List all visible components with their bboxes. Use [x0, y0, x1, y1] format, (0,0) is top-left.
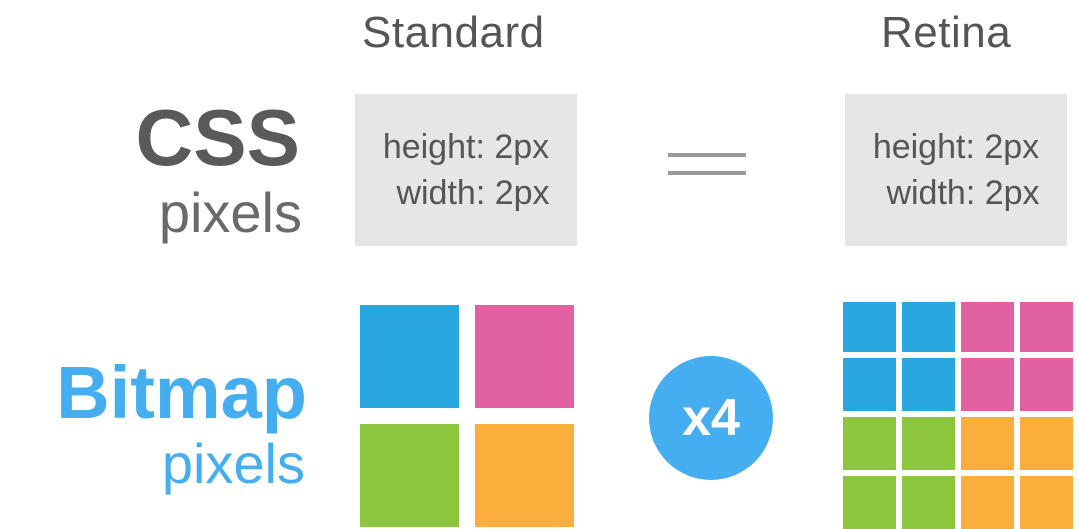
retina-pixel-green [843, 476, 896, 529]
standard-height-text: height: 2px [382, 128, 550, 166]
retina-pixel-pink [1020, 302, 1073, 352]
retina-column-header: Retina [881, 8, 1012, 57]
retina-bitmap-grid [843, 302, 1073, 529]
standard-pixel-green [360, 424, 459, 527]
multiplier-text: x4 [682, 389, 740, 447]
retina-pixel-orange [961, 476, 1014, 529]
retina-pixel-blue [902, 302, 955, 352]
retina-pixel-pink [961, 302, 1014, 352]
bitmap-row-subtitle: pixels [161, 432, 305, 495]
retina-pixel-green [902, 476, 955, 529]
css-row-subtitle: pixels [158, 181, 302, 244]
standard-pixel-blue [360, 305, 459, 408]
css-row-title: CSS [135, 93, 301, 182]
retina-width-text: width: 2px [886, 174, 1040, 212]
standard-bitmap-grid [360, 305, 574, 527]
equals-sign [668, 143, 746, 183]
retina-pixel-green [843, 417, 896, 470]
retina-pixel-orange [961, 417, 1014, 470]
retina-pixel-green [902, 417, 955, 470]
multiplier-badge: x4 [649, 356, 773, 480]
retina-pixel-pink [1020, 358, 1073, 411]
retina-pixel-blue [902, 358, 955, 411]
retina-pixel-pink [961, 358, 1014, 411]
retina-css-box: height: 2px width: 2px [845, 94, 1067, 246]
standard-pixel-orange [475, 424, 574, 527]
retina-pixel-orange [1020, 417, 1073, 470]
standard-column-header: Standard [362, 8, 545, 57]
retina-pixel-orange [1020, 476, 1073, 529]
standard-pixel-pink [475, 305, 574, 408]
retina-pixel-blue [843, 358, 896, 411]
standard-width-text: width: 2px [396, 174, 550, 212]
retina-pixel-blue [843, 302, 896, 352]
bitmap-row-title: Bitmap [56, 351, 307, 434]
retina-height-text: height: 2px [872, 128, 1040, 166]
standard-css-box: height: 2px width: 2px [355, 94, 577, 246]
